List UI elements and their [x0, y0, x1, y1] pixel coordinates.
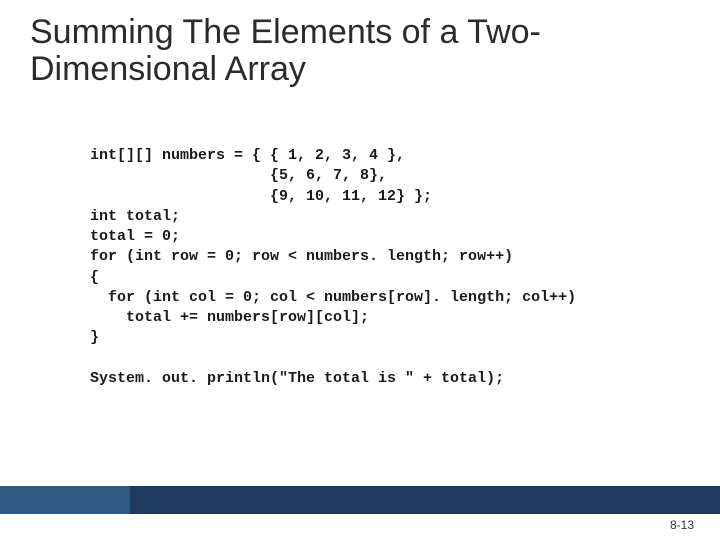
footer-bar	[0, 486, 720, 514]
slide-title: Summing The Elements of a Two-Dimensiona…	[30, 14, 690, 89]
code-block: int[][] numbers = { { 1, 2, 3, 4 }, {5, …	[90, 146, 690, 389]
page-number: 8-13	[670, 518, 694, 532]
slide: Summing The Elements of a Two-Dimensiona…	[0, 0, 720, 540]
